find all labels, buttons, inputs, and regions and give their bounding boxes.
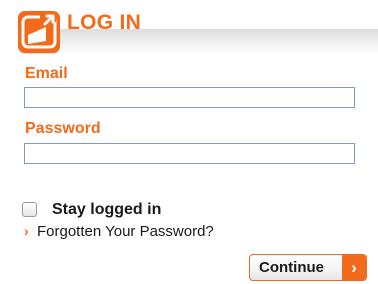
- chevron-right-icon: ›: [24, 223, 29, 239]
- chevron-right-icon: ›: [342, 255, 366, 280]
- forgot-password-link[interactable]: Forgotten Your Password?: [37, 223, 214, 240]
- continue-button[interactable]: Continue ›: [249, 254, 367, 281]
- password-field[interactable]: [24, 143, 355, 164]
- continue-button-label: Continue: [259, 259, 324, 276]
- page-title: LOG IN: [67, 11, 142, 34]
- log-in-door-icon: [18, 11, 60, 53]
- password-label: Password: [25, 120, 101, 137]
- email-label: Email: [25, 65, 68, 82]
- email-field[interactable]: [24, 87, 355, 108]
- login-panel: LOG IN Email Password Stay logged in › F…: [0, 0, 378, 284]
- stay-logged-in-label[interactable]: Stay logged in: [52, 201, 161, 219]
- stay-logged-in-checkbox[interactable]: [22, 202, 37, 217]
